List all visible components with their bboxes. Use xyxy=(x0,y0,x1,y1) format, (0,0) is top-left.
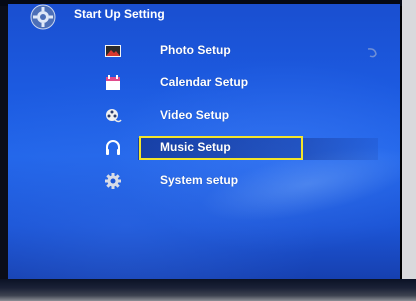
settings-screen: Start Up Setting Photo Setup Calendar Se… xyxy=(8,4,400,281)
menu-item-label: System setup xyxy=(160,173,239,187)
menu-item-photo-setup[interactable]: Photo Setup xyxy=(8,39,400,63)
screen-bezel-left xyxy=(0,0,8,301)
video-reel-icon xyxy=(104,107,122,125)
page-title: Start Up Setting xyxy=(74,7,165,21)
screen-bezel-right xyxy=(402,0,416,301)
menu-item-video-setup[interactable]: Video Setup xyxy=(8,104,400,128)
photo-icon xyxy=(104,42,122,60)
menu-item-label: Photo Setup xyxy=(160,43,231,57)
screen-mark-icon xyxy=(365,46,379,60)
menu-item-label: Calendar Setup xyxy=(160,75,249,89)
settings-gear-icon xyxy=(30,4,56,30)
headphones-icon xyxy=(104,139,122,157)
gear-icon xyxy=(104,172,122,190)
menu-item-calendar-setup[interactable]: Calendar Setup xyxy=(8,71,400,95)
menu-item-system-setup[interactable]: System setup xyxy=(8,169,400,193)
menu-item-label: Video Setup xyxy=(160,108,230,122)
calendar-icon xyxy=(104,74,122,92)
header: Start Up Setting xyxy=(8,4,400,30)
screen-bezel-bottom xyxy=(0,279,416,301)
selection-box xyxy=(139,136,303,160)
